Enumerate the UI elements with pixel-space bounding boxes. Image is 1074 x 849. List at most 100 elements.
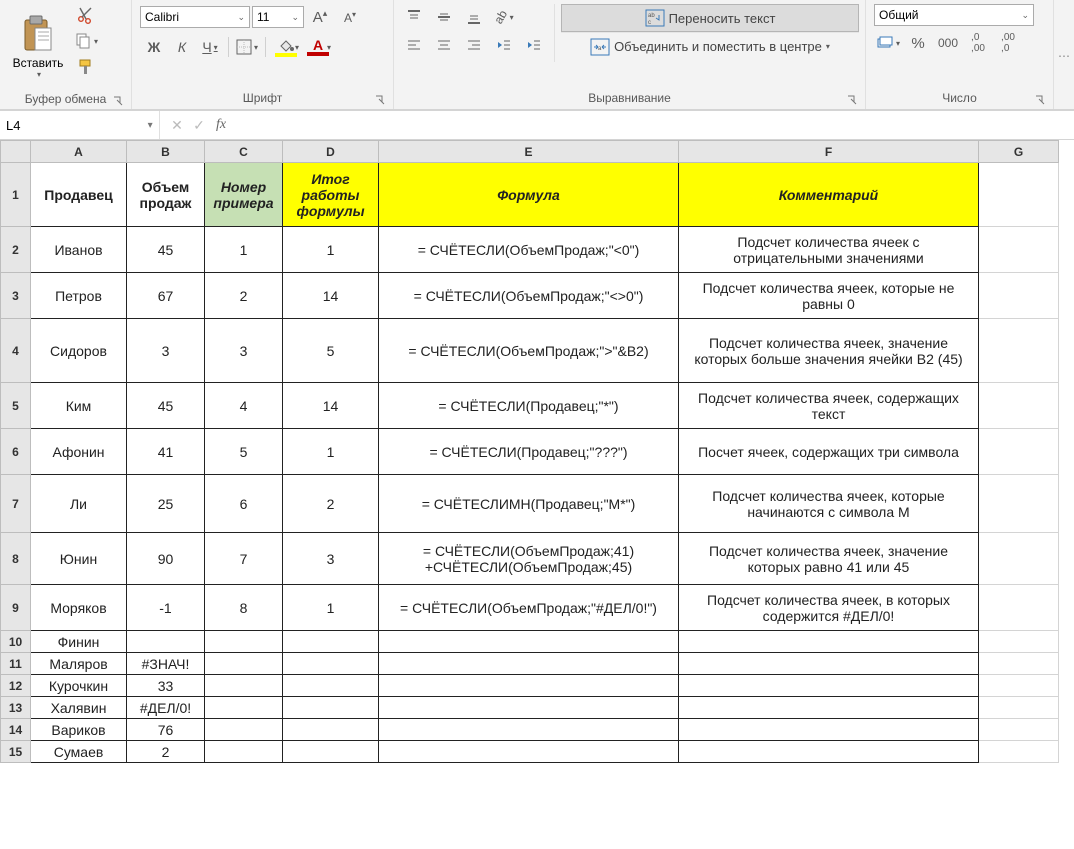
number-launcher[interactable]	[1033, 93, 1047, 107]
align-center-button[interactable]	[430, 32, 458, 58]
cell[interactable]: Финин	[31, 631, 127, 653]
cell[interactable]	[979, 741, 1059, 763]
cell[interactable]	[205, 697, 283, 719]
row-header[interactable]: 14	[1, 719, 31, 741]
cell[interactable]: 90	[127, 533, 205, 585]
column-header-A[interactable]: A	[31, 141, 127, 163]
cell[interactable]	[979, 273, 1059, 319]
cell[interactable]: = СЧЁТЕСЛИ(ОбъемПродаж;">"&B2)	[379, 319, 679, 383]
align-right-button[interactable]	[460, 32, 488, 58]
cell[interactable]	[979, 653, 1059, 675]
cell[interactable]	[679, 631, 979, 653]
cell[interactable]	[979, 697, 1059, 719]
cell[interactable]	[979, 163, 1059, 227]
cell[interactable]: 8	[205, 585, 283, 631]
merge-center-button[interactable]: a Объединить и поместить в центре ▾	[561, 32, 859, 60]
cell[interactable]	[979, 429, 1059, 475]
cell[interactable]: Ли	[31, 475, 127, 533]
row-header[interactable]: 7	[1, 475, 31, 533]
cell[interactable]: Петров	[31, 273, 127, 319]
borders-button[interactable]: ▾	[233, 34, 261, 60]
cell[interactable]: 6	[205, 475, 283, 533]
column-header-G[interactable]: G	[979, 141, 1059, 163]
thousands-button[interactable]: 000	[934, 30, 962, 56]
cell[interactable]: Курочкин	[31, 675, 127, 697]
chevron-down-icon[interactable]: ▾	[141, 120, 159, 131]
cell[interactable]	[379, 741, 679, 763]
cell[interactable]	[205, 653, 283, 675]
percent-button[interactable]: %	[904, 30, 932, 56]
cell[interactable]: 5	[205, 429, 283, 475]
cell[interactable]	[283, 741, 379, 763]
row-header[interactable]: 1	[1, 163, 31, 227]
cell[interactable]: = СЧЁТЕСЛИ(ОбъемПродаж;"<0")	[379, 227, 679, 273]
cell[interactable]: Афонин	[31, 429, 127, 475]
accept-formula-button[interactable]: ✓	[188, 117, 210, 134]
column-header-F[interactable]: F	[679, 141, 979, 163]
cell[interactable]: Посчет ячеек, содержащих три символа	[679, 429, 979, 475]
increase-font-button[interactable]: A▴	[306, 4, 334, 30]
cell[interactable]: -1	[127, 585, 205, 631]
cell[interactable]: Продавец	[31, 163, 127, 227]
row-header[interactable]: 13	[1, 697, 31, 719]
cell[interactable]: 2	[127, 741, 205, 763]
cell[interactable]	[205, 631, 283, 653]
row-header[interactable]: 3	[1, 273, 31, 319]
column-header-C[interactable]: C	[205, 141, 283, 163]
decrease-font-button[interactable]: A▾	[336, 4, 364, 30]
cell[interactable]	[283, 675, 379, 697]
align-top-button[interactable]	[400, 4, 428, 30]
cell[interactable]: Подсчет количества ячеек, в которых соде…	[679, 585, 979, 631]
cell[interactable]	[679, 675, 979, 697]
copy-button[interactable]: ▾	[72, 28, 100, 54]
cell[interactable]: = СЧЁТЕСЛИ(ОбъемПродаж;"<>0")	[379, 273, 679, 319]
cell[interactable]: 45	[127, 383, 205, 429]
clipboard-launcher[interactable]	[111, 94, 125, 108]
increase-indent-button[interactable]	[520, 32, 548, 58]
cell[interactable]: 5	[283, 319, 379, 383]
cell[interactable]: Комментарий	[679, 163, 979, 227]
row-header[interactable]: 15	[1, 741, 31, 763]
row-header[interactable]: 8	[1, 533, 31, 585]
cell[interactable]: 25	[127, 475, 205, 533]
cell[interactable]: 14	[283, 273, 379, 319]
cell[interactable]: 45	[127, 227, 205, 273]
cell[interactable]	[979, 585, 1059, 631]
cell[interactable]: 1	[205, 227, 283, 273]
cell[interactable]: Подсчет количества ячеек, которые не рав…	[679, 273, 979, 319]
cell[interactable]: Подсчет количества ячеек, значение котор…	[679, 533, 979, 585]
column-header-D[interactable]: D	[283, 141, 379, 163]
column-header-B[interactable]: B	[127, 141, 205, 163]
cell[interactable]: Формула	[379, 163, 679, 227]
cell[interactable]: = СЧЁТЕСЛИ(ОбъемПродаж;"#ДЕЛ/0!")	[379, 585, 679, 631]
cell[interactable]	[127, 631, 205, 653]
font-color-button[interactable]: A ▾	[302, 34, 334, 60]
cell[interactable]	[979, 383, 1059, 429]
cell[interactable]: 3	[205, 319, 283, 383]
cell[interactable]: Итог работы формулы	[283, 163, 379, 227]
cell[interactable]	[979, 719, 1059, 741]
decrease-indent-button[interactable]	[490, 32, 518, 58]
name-box-input[interactable]	[0, 118, 141, 133]
row-header[interactable]: 11	[1, 653, 31, 675]
align-middle-button[interactable]	[430, 4, 458, 30]
cell[interactable]	[679, 719, 979, 741]
cell[interactable]: 4	[205, 383, 283, 429]
cell[interactable]	[979, 631, 1059, 653]
cell[interactable]: = СЧЁТЕСЛИ(ОбъемПродаж;41) +СЧЁТЕСЛИ(Объ…	[379, 533, 679, 585]
orientation-button[interactable]: ab▾	[490, 4, 518, 30]
row-header[interactable]: 4	[1, 319, 31, 383]
cell[interactable]	[379, 675, 679, 697]
cell[interactable]: Ким	[31, 383, 127, 429]
cell[interactable]	[379, 697, 679, 719]
cell[interactable]	[979, 319, 1059, 383]
cell[interactable]: = СЧЁТЕСЛИМН(Продавец;"М*")	[379, 475, 679, 533]
cell[interactable]: 14	[283, 383, 379, 429]
cell[interactable]: #ЗНАЧ!	[127, 653, 205, 675]
cell[interactable]: Сумаев	[31, 741, 127, 763]
row-header[interactable]: 9	[1, 585, 31, 631]
fill-color-button[interactable]: ▾	[270, 34, 302, 60]
cell[interactable]	[979, 227, 1059, 273]
name-box[interactable]: ▾	[0, 111, 160, 139]
cell[interactable]	[679, 697, 979, 719]
